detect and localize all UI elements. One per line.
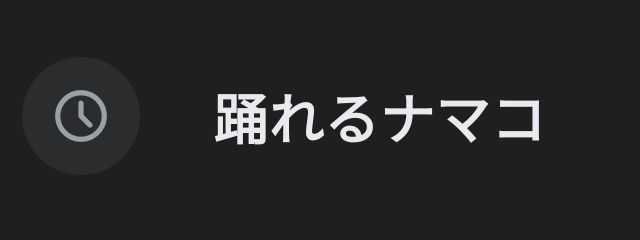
history-icon-container <box>22 57 140 175</box>
history-suggestion-label: 踊れるナマコ <box>214 88 548 152</box>
clock-icon <box>55 90 107 142</box>
history-suggestion-row[interactable]: 踊れるナマコ <box>0 0 640 240</box>
